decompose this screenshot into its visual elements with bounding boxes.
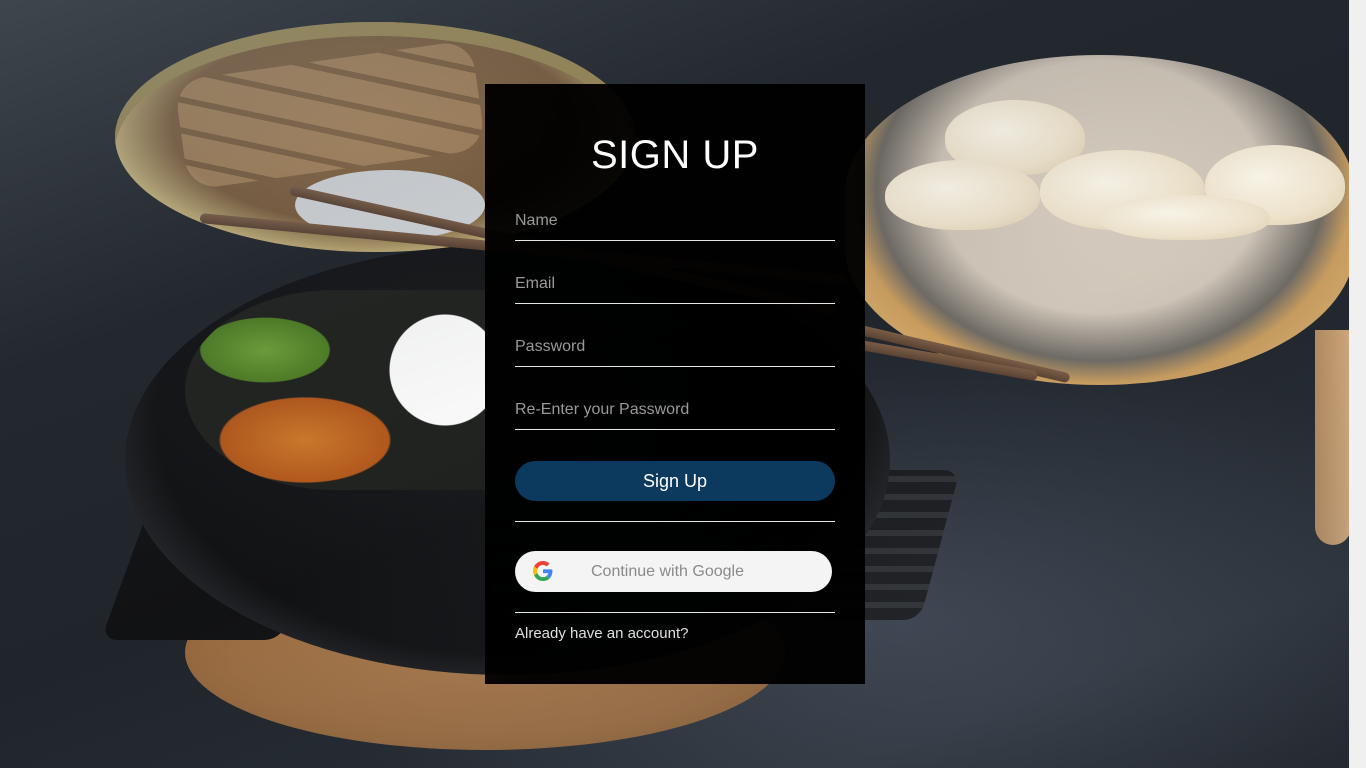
password-field-wrapper — [515, 328, 835, 367]
name-field-wrapper — [515, 202, 835, 241]
confirm-password-input[interactable] — [515, 391, 835, 429]
divider — [515, 612, 835, 613]
name-input[interactable] — [515, 202, 835, 240]
google-signin-button[interactable]: Continue with Google — [515, 551, 832, 592]
login-link[interactable]: Already have an account? — [515, 625, 688, 642]
divider — [515, 521, 835, 522]
email-input[interactable] — [515, 265, 835, 303]
signup-card: SIGN UP Sign Up Continue with Google Alr… — [485, 84, 865, 684]
email-field-wrapper — [515, 265, 835, 304]
password-input[interactable] — [515, 328, 835, 366]
confirm-password-field-wrapper — [515, 391, 835, 430]
google-icon — [533, 561, 553, 581]
page-scrollbar[interactable] — [1349, 0, 1366, 768]
sign-up-button[interactable]: Sign Up — [515, 461, 835, 501]
signup-page: SIGN UP Sign Up Continue with Google Alr… — [0, 0, 1366, 768]
form-title: SIGN UP — [591, 133, 759, 177]
google-button-label: Continue with Google — [591, 563, 744, 580]
